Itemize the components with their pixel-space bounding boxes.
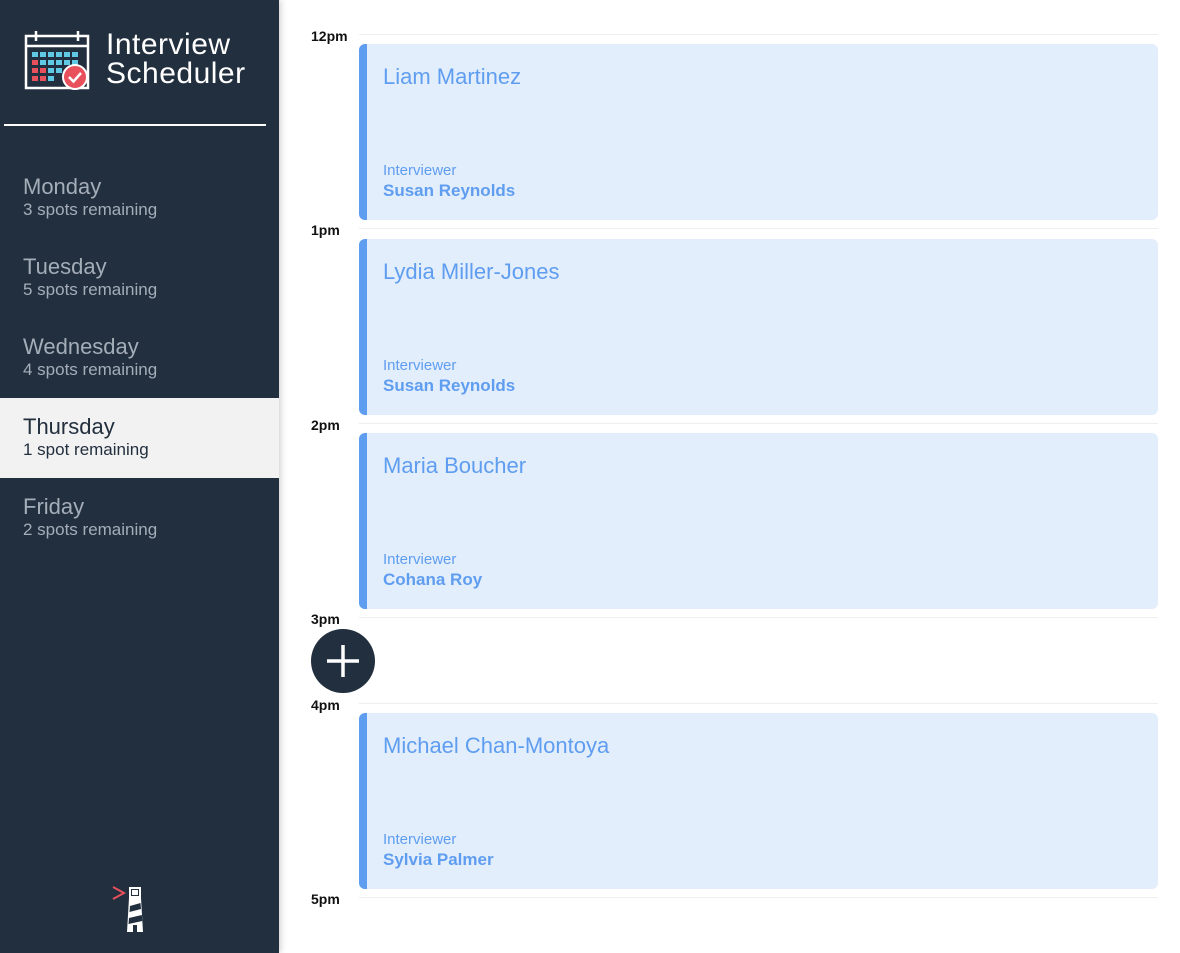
appointment-student: Liam Martinez: [383, 64, 522, 89]
day-name: Tuesday: [23, 254, 107, 279]
sidebar-divider: [4, 124, 266, 126]
app-title-line2: Scheduler: [106, 57, 246, 90]
appointment-student: Lydia Miller-Jones: [383, 259, 560, 284]
day-spots: 4 spots remaining: [23, 360, 158, 379]
interviewer-label: Interviewer: [383, 357, 457, 374]
plus-icon: [327, 645, 359, 677]
hour-separator: [359, 423, 1158, 424]
day-name: Monday: [23, 174, 102, 199]
hour-label: 12pm: [311, 28, 348, 44]
sidebar: Interview Scheduler Monday 3 spots remai…: [0, 0, 279, 953]
app-title: Interview Scheduler: [106, 28, 276, 90]
interviewer-name: Cohana Roy: [383, 570, 483, 589]
interviewer-label: Interviewer: [383, 162, 457, 179]
add-appointment-button[interactable]: [311, 629, 375, 693]
hour-label: 5pm: [311, 891, 340, 907]
interviewer-name: Susan Reynolds: [383, 376, 516, 395]
day-spots: 3 spots remaining: [23, 200, 158, 219]
appointment-student: Maria Boucher: [383, 453, 527, 478]
day-item-tuesday[interactable]: Tuesday 5 spots remaining: [0, 238, 279, 318]
hour-label: 1pm: [311, 222, 340, 238]
schedule: 12pm Liam Martinez Interviewer Susan Rey…: [279, 0, 1180, 953]
appointment-card[interactable]: Michael Chan-Montoya Interviewer Sylvia …: [359, 713, 1158, 889]
lighthouse-icon: [112, 886, 143, 932]
hour-label: 4pm: [311, 697, 340, 713]
appointment-student: Michael Chan-Montoya: [383, 733, 610, 758]
app-title-line1: Interview: [106, 28, 231, 61]
app-brand: Interview Scheduler: [24, 30, 264, 92]
appointment-card[interactable]: Liam Martinez Interviewer Susan Reynolds: [359, 44, 1158, 220]
day-name: Thursday: [23, 414, 115, 439]
hour-label: 2pm: [311, 417, 340, 433]
day-list: Monday 3 spots remaining Tuesday 5 spots…: [0, 158, 279, 558]
appointment-card[interactable]: Maria Boucher Interviewer Cohana Roy: [359, 433, 1158, 609]
hour-separator: [359, 228, 1158, 229]
day-spots: 1 spot remaining: [23, 440, 149, 459]
calendar-check-icon: [24, 31, 90, 90]
hour-separator: [359, 897, 1158, 898]
interviewer-name: Susan Reynolds: [383, 181, 516, 200]
day-spots: 5 spots remaining: [23, 280, 158, 299]
hour-separator: [359, 703, 1158, 704]
day-item-monday[interactable]: Monday 3 spots remaining: [0, 158, 279, 238]
day-item-wednesday[interactable]: Wednesday 4 spots remaining: [0, 318, 279, 398]
interviewer-name: Sylvia Palmer: [383, 850, 494, 869]
interviewer-label: Interviewer: [383, 551, 457, 568]
interviewer-label: Interviewer: [383, 831, 457, 848]
appointment-card[interactable]: Lydia Miller-Jones Interviewer Susan Rey…: [359, 239, 1158, 415]
day-name: Wednesday: [23, 334, 139, 359]
day-name: Friday: [23, 494, 85, 519]
hour-separator: [359, 617, 1158, 618]
day-item-friday[interactable]: Friday 2 spots remaining: [0, 478, 279, 558]
hour-separator: [359, 34, 1158, 35]
hour-label: 3pm: [311, 611, 340, 627]
day-spots: 2 spots remaining: [23, 520, 158, 539]
day-item-thursday[interactable]: Thursday 1 spot remaining: [0, 398, 279, 478]
